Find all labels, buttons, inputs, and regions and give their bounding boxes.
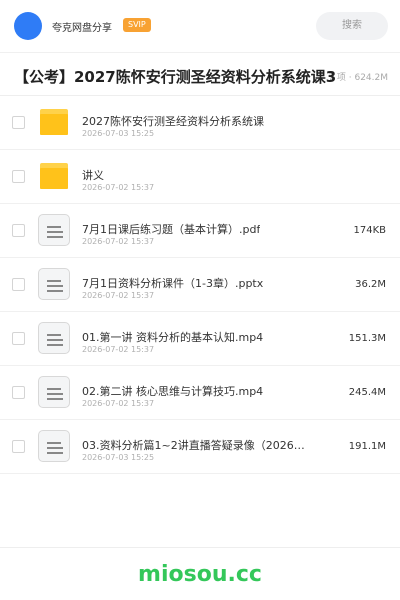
list-item[interactable]: 02.第二讲 核心思维与计算技巧.mp4 2026-07-02 15:37 24… — [0, 366, 400, 420]
file-list: 2027陈怀安行测圣经资料分析系统课 2026-07-03 15:25 讲义 2… — [0, 96, 400, 474]
checkbox[interactable] — [12, 386, 25, 399]
search-button[interactable]: 搜索 — [316, 12, 388, 40]
list-item[interactable]: 01.第一讲 资料分析的基本认知.mp4 2026-07-02 15:37 15… — [0, 312, 400, 366]
file-name: 01.第一讲 资料分析的基本认知.mp4 — [82, 331, 264, 344]
document-icon — [38, 268, 70, 300]
list-item[interactable]: 讲义 2026-07-02 15:37 — [0, 150, 400, 204]
file-name: 2027陈怀安行测圣经资料分析系统课 — [82, 115, 264, 128]
checkbox[interactable] — [12, 278, 25, 291]
file-date: 2026-07-02 15:37 — [82, 237, 155, 246]
file-date: 2026-07-02 15:37 — [82, 183, 155, 192]
file-date: 2026-07-02 15:37 — [82, 291, 155, 300]
file-size: 245.4M — [348, 387, 386, 398]
list-item[interactable]: 7月1日资料分析课件（1-3章）.pptx 2026-07-02 15:37 3… — [0, 258, 400, 312]
document-icon — [38, 214, 70, 246]
file-size: 36.2M — [355, 279, 386, 290]
folder-title-bar: 7 项 · 624.2M 【公考】2027陈怀安行测圣经资料分析系统课3 — [0, 52, 400, 96]
checkbox[interactable] — [12, 224, 25, 237]
file-name: 03.资料分析篇1~2讲直播答疑录像（2026年7… — [82, 439, 314, 452]
file-name: 7月1日资料分析课件（1-3章）.pptx — [82, 277, 264, 290]
file-date: 2026-07-03 15:25 — [82, 129, 155, 138]
checkbox[interactable] — [12, 170, 25, 183]
file-name: 7月1日课后练习题（基本计算）.pdf — [82, 223, 261, 236]
list-item[interactable]: 03.资料分析篇1~2讲直播答疑录像（2026年7… 2026-07-03 15… — [0, 420, 400, 474]
list-item[interactable]: 7月1日课后练习题（基本计算）.pdf 2026-07-02 15:37 174… — [0, 204, 400, 258]
avatar[interactable] — [14, 12, 42, 40]
page-title: 【公考】2027陈怀安行测圣经资料分析系统课3 — [14, 68, 337, 86]
document-icon — [38, 430, 70, 462]
folder-icon — [38, 160, 70, 192]
folder-icon — [38, 106, 70, 138]
file-size: 174KB — [353, 225, 386, 236]
share-username: 夸克网盘分享 — [52, 23, 112, 34]
file-name: 讲义 — [82, 169, 104, 182]
file-date: 2026-07-02 15:37 — [82, 399, 155, 408]
checkbox[interactable] — [12, 116, 25, 129]
svip-badge: SVIP — [123, 18, 151, 32]
header: 夸克网盘分享 SVIP 搜索 — [0, 0, 400, 52]
file-size: 151.3M — [348, 333, 386, 344]
document-icon — [38, 376, 70, 408]
file-name: 02.第二讲 核心思维与计算技巧.mp4 — [82, 385, 264, 398]
folder-meta: 7 项 · 624.2M — [328, 73, 388, 83]
checkbox[interactable] — [12, 332, 25, 345]
file-date: 2026-07-03 15:25 — [82, 453, 155, 462]
document-icon — [38, 322, 70, 354]
list-item[interactable]: 2027陈怀安行测圣经资料分析系统课 2026-07-03 15:25 — [0, 96, 400, 150]
checkbox[interactable] — [12, 440, 25, 453]
file-size: 191.1M — [348, 441, 386, 452]
divider — [0, 547, 400, 548]
file-date: 2026-07-02 15:37 — [82, 345, 155, 354]
watermark: miosou.cc — [138, 562, 262, 587]
